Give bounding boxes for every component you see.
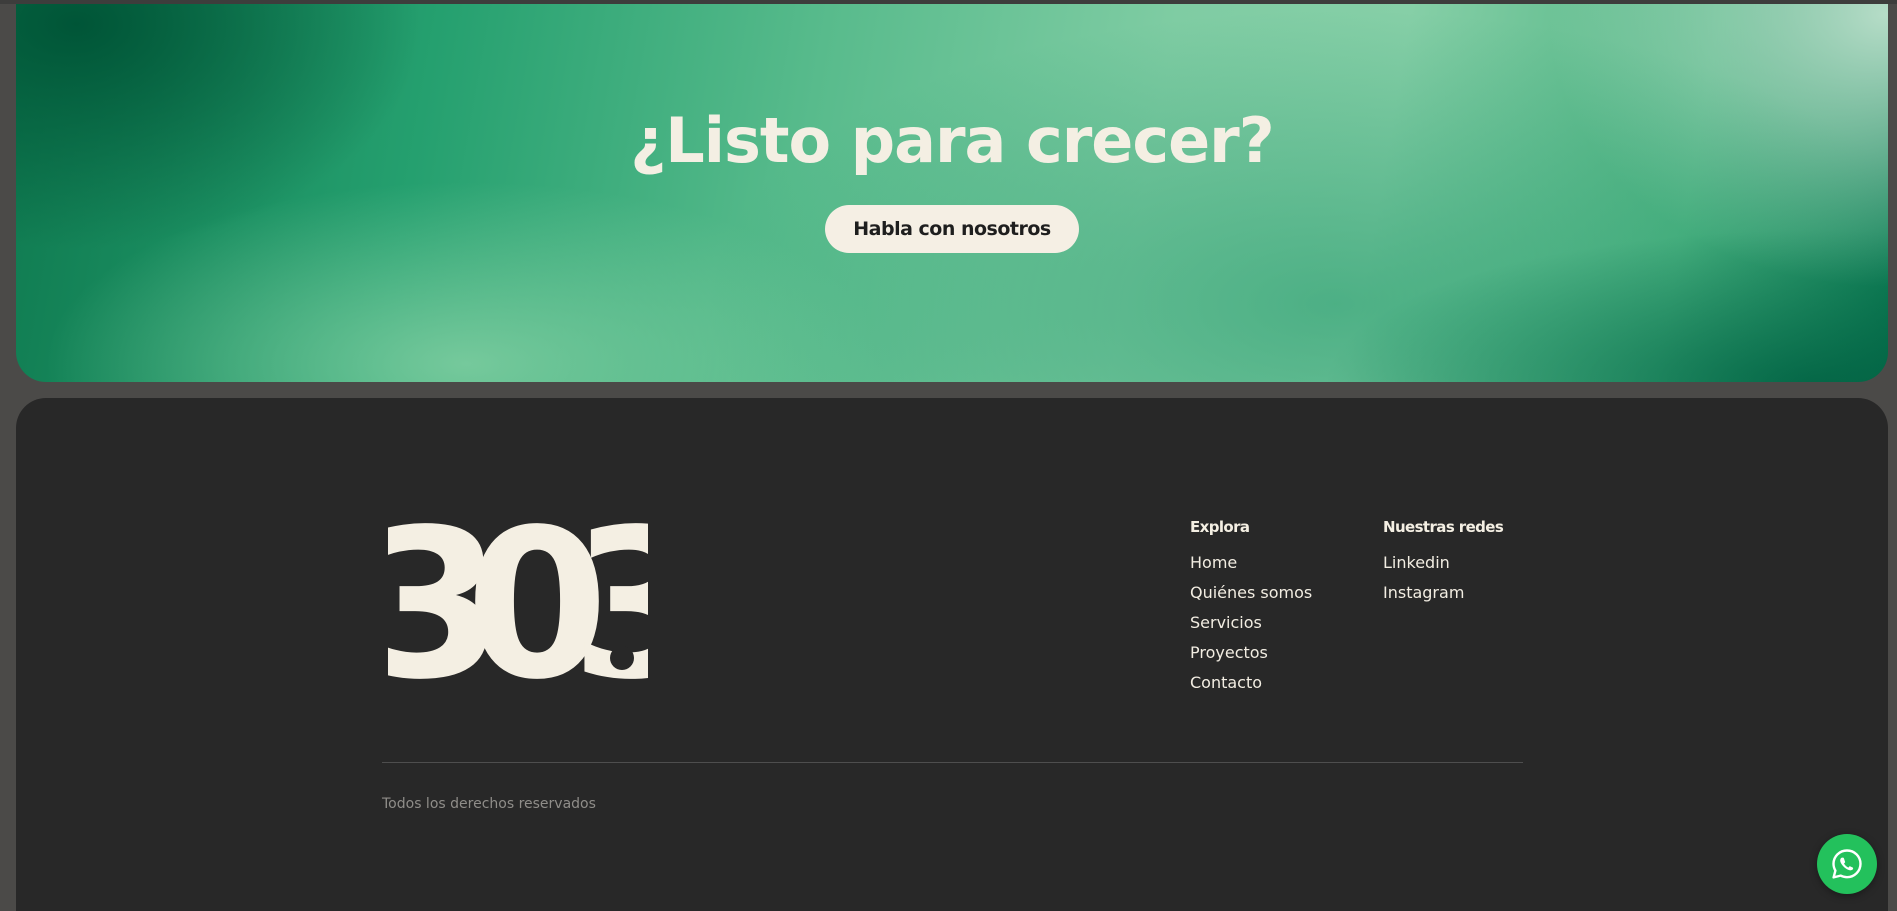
list-item: Servicios bbox=[1190, 613, 1312, 632]
cta-banner: ¿Listo para crecer? Habla con nosotros bbox=[16, 4, 1888, 382]
footer-divider bbox=[382, 762, 1523, 763]
copyright-text: Todos los derechos reservados bbox=[382, 796, 596, 812]
social-links: Linkedin Instagram bbox=[1383, 553, 1503, 602]
social-link-instagram[interactable]: Instagram bbox=[1383, 583, 1464, 602]
nav-link-home[interactable]: Home bbox=[1190, 553, 1237, 572]
nav-link-contacto[interactable]: Contacto bbox=[1190, 673, 1262, 692]
contact-us-button[interactable]: Habla con nosotros bbox=[825, 205, 1079, 253]
explora-title: Explora bbox=[1190, 518, 1250, 536]
nav-link-proyectos[interactable]: Proyectos bbox=[1190, 643, 1268, 662]
list-item: Instagram bbox=[1383, 583, 1503, 602]
list-item: Linkedin bbox=[1383, 553, 1503, 572]
nav-link-servicios[interactable]: Servicios bbox=[1190, 613, 1262, 632]
explora-nav: Explora Home Quiénes somos Servicios Pro… bbox=[1190, 518, 1312, 703]
social-title: Nuestras redes bbox=[1383, 518, 1504, 536]
cta-title: ¿Listo para crecer? bbox=[630, 104, 1274, 177]
brand-logo-dot bbox=[610, 646, 634, 670]
explora-links: Home Quiénes somos Servicios Proyectos C… bbox=[1190, 553, 1312, 692]
list-item: Proyectos bbox=[1190, 643, 1312, 662]
list-item: Home bbox=[1190, 553, 1312, 572]
list-item: Quiénes somos bbox=[1190, 583, 1312, 602]
social-nav: Nuestras redes Linkedin Instagram bbox=[1383, 518, 1504, 613]
whatsapp-button[interactable] bbox=[1817, 834, 1877, 894]
whatsapp-icon bbox=[1832, 849, 1862, 879]
social-link-linkedin[interactable]: Linkedin bbox=[1383, 553, 1450, 572]
page: ¿Listo para crecer? Habla con nosotros 3… bbox=[0, 0, 1897, 911]
nav-link-quienes-somos[interactable]: Quiénes somos bbox=[1190, 583, 1312, 602]
list-item: Contacto bbox=[1190, 673, 1312, 692]
brand-logo-text: 303 bbox=[388, 516, 648, 680]
footer: 303 Explora Home Quiénes somos Servicios… bbox=[16, 398, 1888, 911]
brand-logo[interactable]: 303 bbox=[388, 516, 648, 680]
